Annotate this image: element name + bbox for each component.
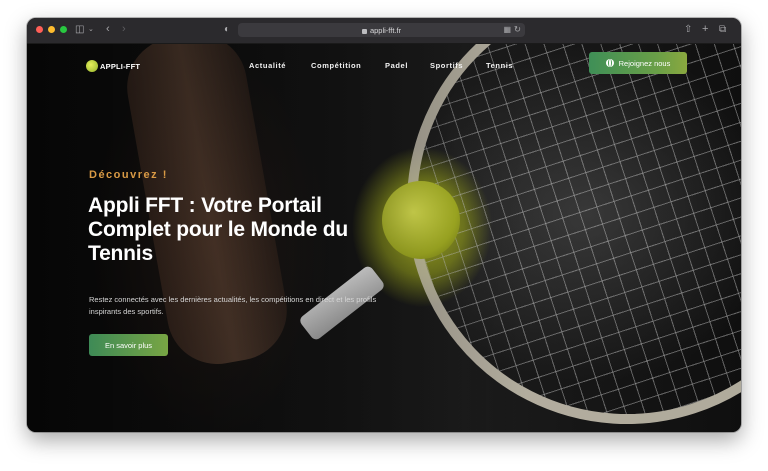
forward-icon[interactable]: ›: [122, 24, 126, 35]
logo-text: APPLI-FFT: [100, 61, 141, 71]
site-logo[interactable]: APPLI-FFT: [86, 60, 140, 72]
tennis-ball-icon: [605, 59, 614, 67]
learn-more-label: En savoir plus: [104, 340, 153, 350]
nav-link-tennis[interactable]: Tennis: [486, 61, 513, 70]
browser-toolbar: ◫ ⌄ ‹ › ◐ appli-fft.fr ▦ ↻ ⇧ + ⧉: [27, 18, 741, 44]
sidebar-toggle-icon[interactable]: ◫: [75, 25, 84, 35]
translate-icon[interactable]: ▦: [503, 25, 511, 34]
hero-section: APPLI-FFT Actualité Compétition Padel Sp…: [27, 44, 741, 432]
hero-eyebrow: Découvrez !: [89, 169, 168, 181]
back-icon[interactable]: ‹: [106, 24, 110, 35]
hero-description: Restez connectés avec les dernières actu…: [89, 295, 377, 316]
zoom-window-button[interactable]: [60, 26, 67, 33]
browser-window: ◫ ⌄ ‹ › ◐ appli-fft.fr ▦ ↻ ⇧ + ⧉ APPLI-F…: [27, 18, 741, 432]
chevron-down-icon[interactable]: ⌄: [88, 25, 94, 35]
join-button[interactable]: Rejoignez nous: [589, 52, 687, 74]
learn-more-button[interactable]: En savoir plus: [89, 334, 168, 356]
privacy-shield-icon[interactable]: ◐: [224, 25, 230, 35]
share-icon[interactable]: ⇧: [684, 25, 692, 35]
tab-overview-icon[interactable]: ⧉: [719, 25, 726, 35]
window-controls: [36, 26, 67, 33]
hero-title: Appli FFT : Votre Portail Complet pour l…: [88, 194, 349, 265]
new-tab-icon[interactable]: +: [702, 24, 708, 35]
join-button-label: Rejoignez nous: [618, 58, 671, 68]
close-window-button[interactable]: [36, 26, 43, 33]
nav-link-sportifs[interactable]: Sportifs: [430, 61, 463, 70]
address-bar[interactable]: appli-fft.fr ▦ ↻: [238, 23, 525, 37]
nav-link-competition[interactable]: Compétition: [311, 61, 361, 70]
url-text: appli-fft.fr: [369, 25, 402, 35]
nav-link-actualite[interactable]: Actualité: [249, 61, 286, 70]
nav-link-padel[interactable]: Padel: [385, 61, 408, 70]
tennis-ball-icon: [86, 60, 98, 72]
lock-icon: [361, 28, 367, 34]
minimize-window-button[interactable]: [48, 26, 55, 33]
reload-icon[interactable]: ↻: [514, 24, 521, 35]
